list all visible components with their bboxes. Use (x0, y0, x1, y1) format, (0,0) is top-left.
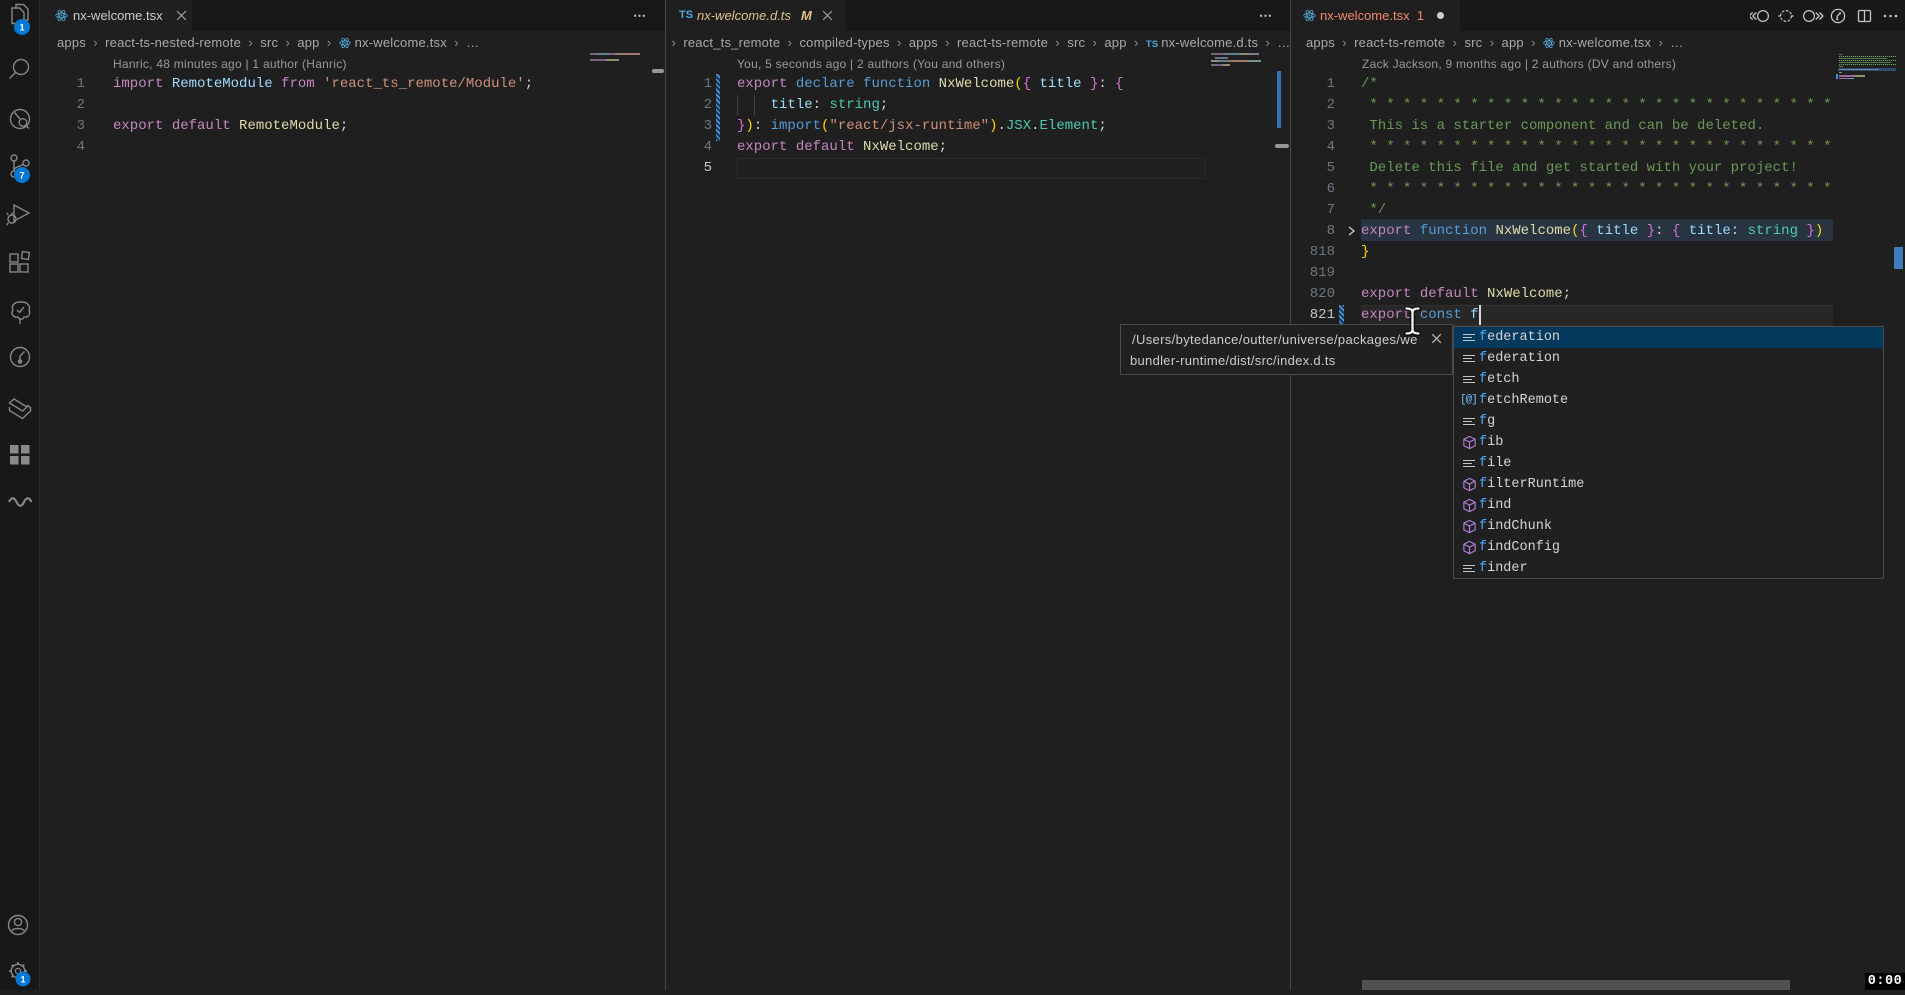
svg-text:1: 1 (20, 975, 25, 985)
svg-text:7: 7 (19, 171, 24, 181)
svg-text:1: 1 (19, 23, 24, 33)
